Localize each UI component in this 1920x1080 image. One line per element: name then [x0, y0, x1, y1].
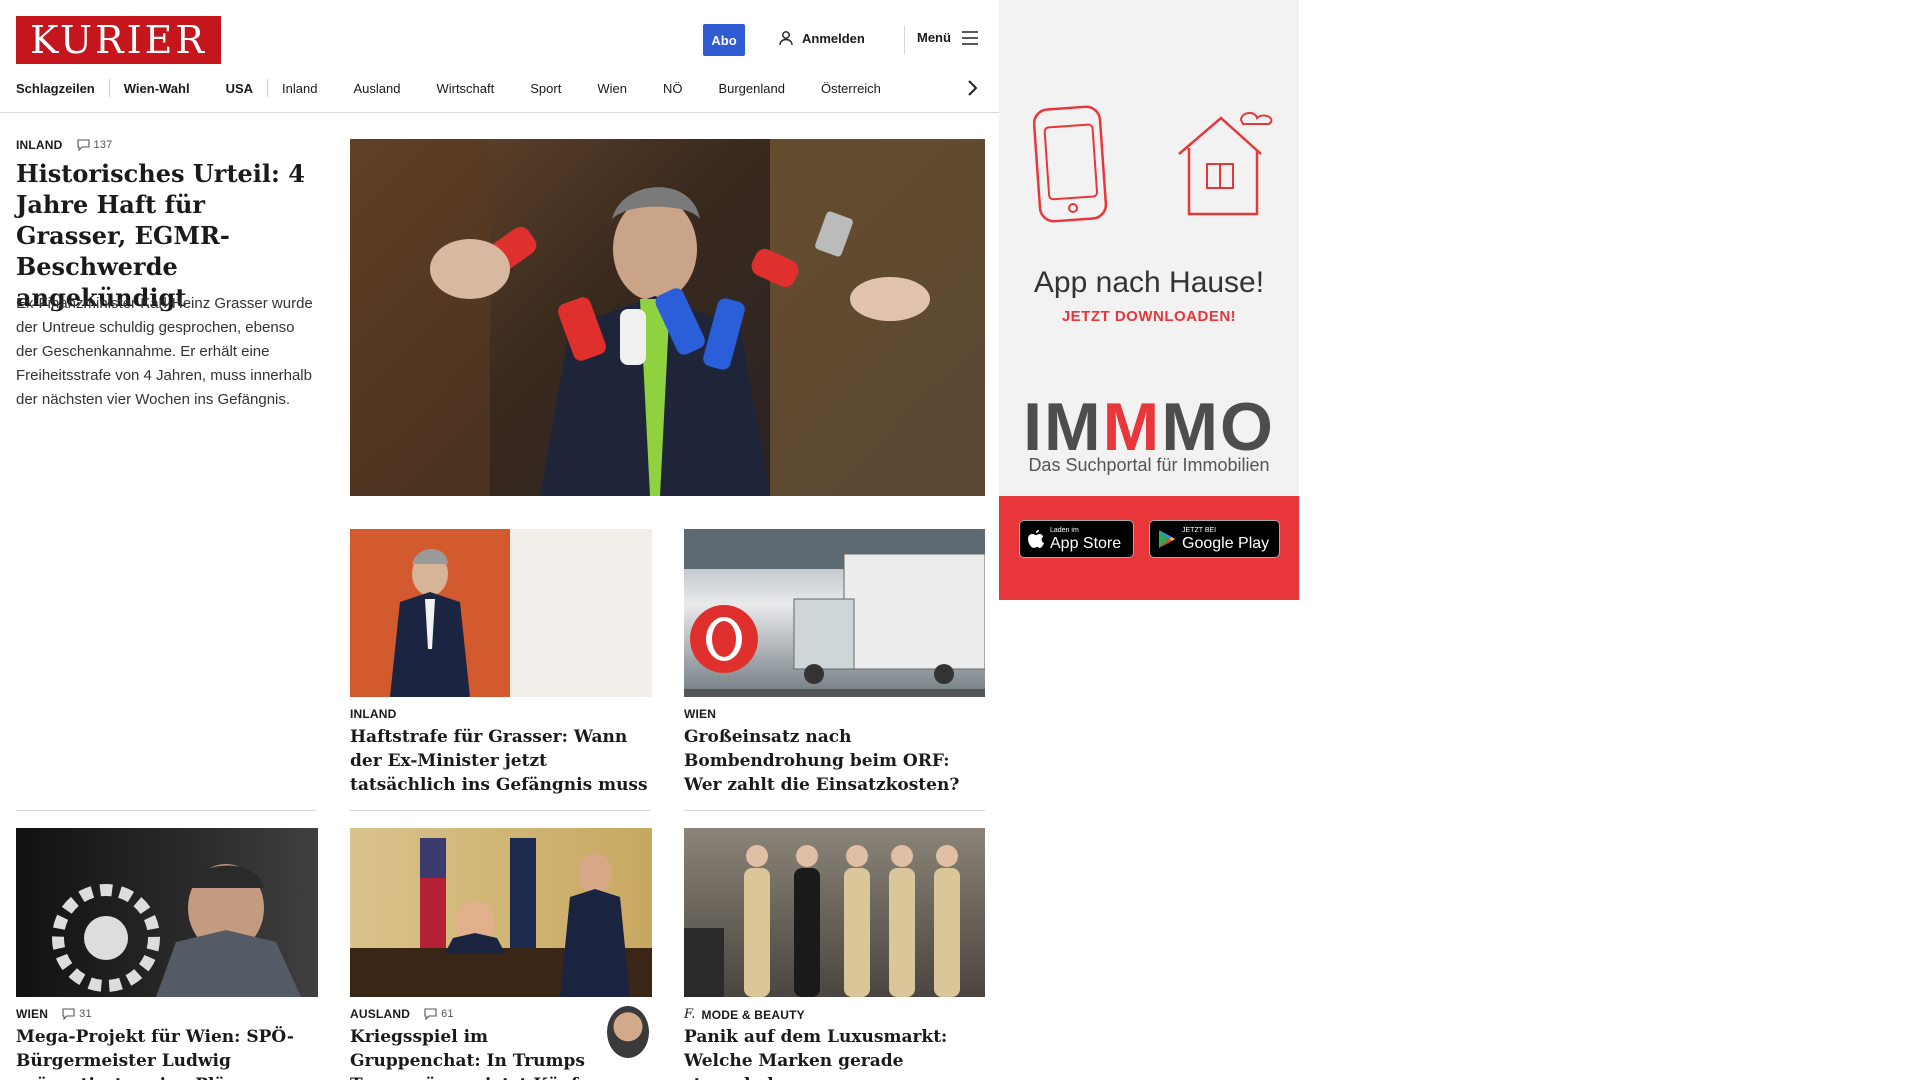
card-image-grasser[interactable] [350, 529, 652, 697]
nav-item-noe[interactable]: NÖ [663, 81, 683, 96]
lead-headline[interactable]: Historisches Urteil: 4 Jahre Haft für Gr… [16, 158, 316, 313]
nav-item-sport[interactable]: Sport [530, 81, 561, 96]
hamburger-icon [961, 30, 978, 45]
category-label: AUSLAND [350, 1007, 411, 1021]
card-category[interactable]: AUSLAND 61 [350, 1007, 454, 1021]
divider [904, 26, 905, 54]
nav-item-schlagzeilen[interactable]: Schlagzeilen [16, 81, 95, 96]
card-category[interactable]: WIEN [684, 707, 716, 721]
ad-tagline: Das Suchportal für Immobilien [1028, 455, 1270, 475]
comment-count-value: 31 [79, 1008, 92, 1020]
card-headline[interactable]: Haftstrafe für Grasser: Wann der Ex-Mini… [350, 725, 650, 797]
login-label: Anmelden [802, 30, 865, 46]
category-label: INLAND [16, 138, 63, 152]
appstore-label: App Store [1050, 534, 1122, 552]
category-label: WIEN [16, 1007, 49, 1021]
card-headline[interactable]: Mega-Projekt für Wien: SPÖ-Bürgermeister… [16, 1025, 316, 1080]
card-headline[interactable]: Großeinsatz nach Bombendrohung beim ORF:… [684, 725, 984, 797]
comment-icon [424, 1008, 437, 1020]
play-label: Google Play [1182, 534, 1270, 552]
divider [16, 810, 316, 811]
fashion-f-icon: f. [684, 1007, 696, 1022]
orf-van-photo [684, 529, 985, 697]
kurier-logo[interactable]: KURIER [16, 16, 221, 64]
chevron-right-icon[interactable] [966, 78, 978, 98]
card-category[interactable]: f. MODE & BEAUTY [684, 1007, 805, 1022]
apple-icon [1028, 530, 1044, 548]
nav-item-inland[interactable]: Inland [282, 81, 317, 96]
play-small-label: JETZT BEI [1182, 526, 1217, 534]
nav-item-wien-wahl[interactable]: Wien-Wahl [124, 81, 190, 96]
divider [350, 810, 650, 811]
ludwig-photo [52, 864, 301, 997]
comment-count[interactable]: 137 [76, 139, 113, 151]
abo-button[interactable]: Abo [703, 24, 745, 56]
house-icon [1178, 112, 1273, 216]
ad-subtitle: JETZT DOWNLOADEN! [1061, 308, 1237, 325]
press-photo [350, 139, 985, 496]
category-label: MODE & BEAUTY [701, 1007, 805, 1022]
nav-divider [108, 79, 110, 97]
nav-divider [267, 79, 269, 97]
user-icon [779, 31, 793, 46]
nav-item-oesterreich[interactable]: Österreich [821, 81, 881, 96]
comment-icon [62, 1008, 75, 1020]
author-avatar[interactable] [607, 1006, 649, 1058]
card-image-orf[interactable] [684, 529, 985, 697]
nav-item-ausland[interactable]: Ausland [353, 81, 400, 96]
google-play-button[interactable]: JETZT BEI Google Play [1149, 520, 1280, 558]
nav-item-usa[interactable]: USA [226, 81, 253, 96]
comment-count[interactable]: 31 [62, 1008, 92, 1020]
google-play-icon [1159, 530, 1175, 548]
menu-button[interactable]: Menü [917, 30, 979, 45]
oval-office-photo [350, 838, 652, 997]
nav-item-wien[interactable]: Wien [597, 81, 627, 96]
comment-count-value: 137 [93, 139, 113, 151]
divider [684, 810, 985, 811]
runway-photo [684, 845, 960, 997]
card-image-ludwig[interactable] [16, 828, 318, 997]
menu-label: Menü [917, 30, 951, 45]
advertisement-banner[interactable]: App nach Hause! JETZT DOWNLOADEN! IMMMO … [999, 0, 1299, 600]
smartphone-icon [1033, 105, 1108, 223]
comment-icon [76, 139, 90, 151]
card-category[interactable]: INLAND [350, 707, 397, 721]
appstore-small-label: Laden im [1050, 526, 1079, 534]
card-headline[interactable]: Panik auf dem Luxusmarkt: Welche Marken … [684, 1025, 985, 1080]
card-image-fashion[interactable] [684, 828, 985, 997]
lead-teaser: Ex-Finanzminister Karl-Heinz Grasser wur… [16, 295, 313, 408]
grasser-photo [390, 549, 470, 697]
card-headline[interactable]: Kriegsspiel im Gruppenchat: In Trumps Te… [350, 1025, 600, 1080]
card-category[interactable]: WIEN 31 [16, 1007, 92, 1021]
comment-count[interactable]: 61 [424, 1008, 454, 1020]
login-button[interactable]: Anmelden [778, 30, 865, 46]
app-store-button[interactable]: Laden im App Store [1019, 520, 1134, 558]
site-header: KURIER Abo Anmelden Menü Schlagzeilen Wi… [0, 0, 999, 113]
card-image-trump[interactable] [350, 828, 652, 997]
nav-item-burgenland[interactable]: Burgenland [718, 81, 785, 96]
section-nav: Schlagzeilen Wien-Wahl USA Inland Auslan… [16, 76, 881, 100]
lead-image[interactable] [350, 139, 985, 496]
ad-title: App nach Hause! [1033, 266, 1265, 299]
lead-category[interactable]: INLAND 137 [16, 138, 112, 152]
comment-count-value: 61 [441, 1008, 454, 1020]
nav-item-wirtschaft[interactable]: Wirtschaft [436, 81, 494, 96]
